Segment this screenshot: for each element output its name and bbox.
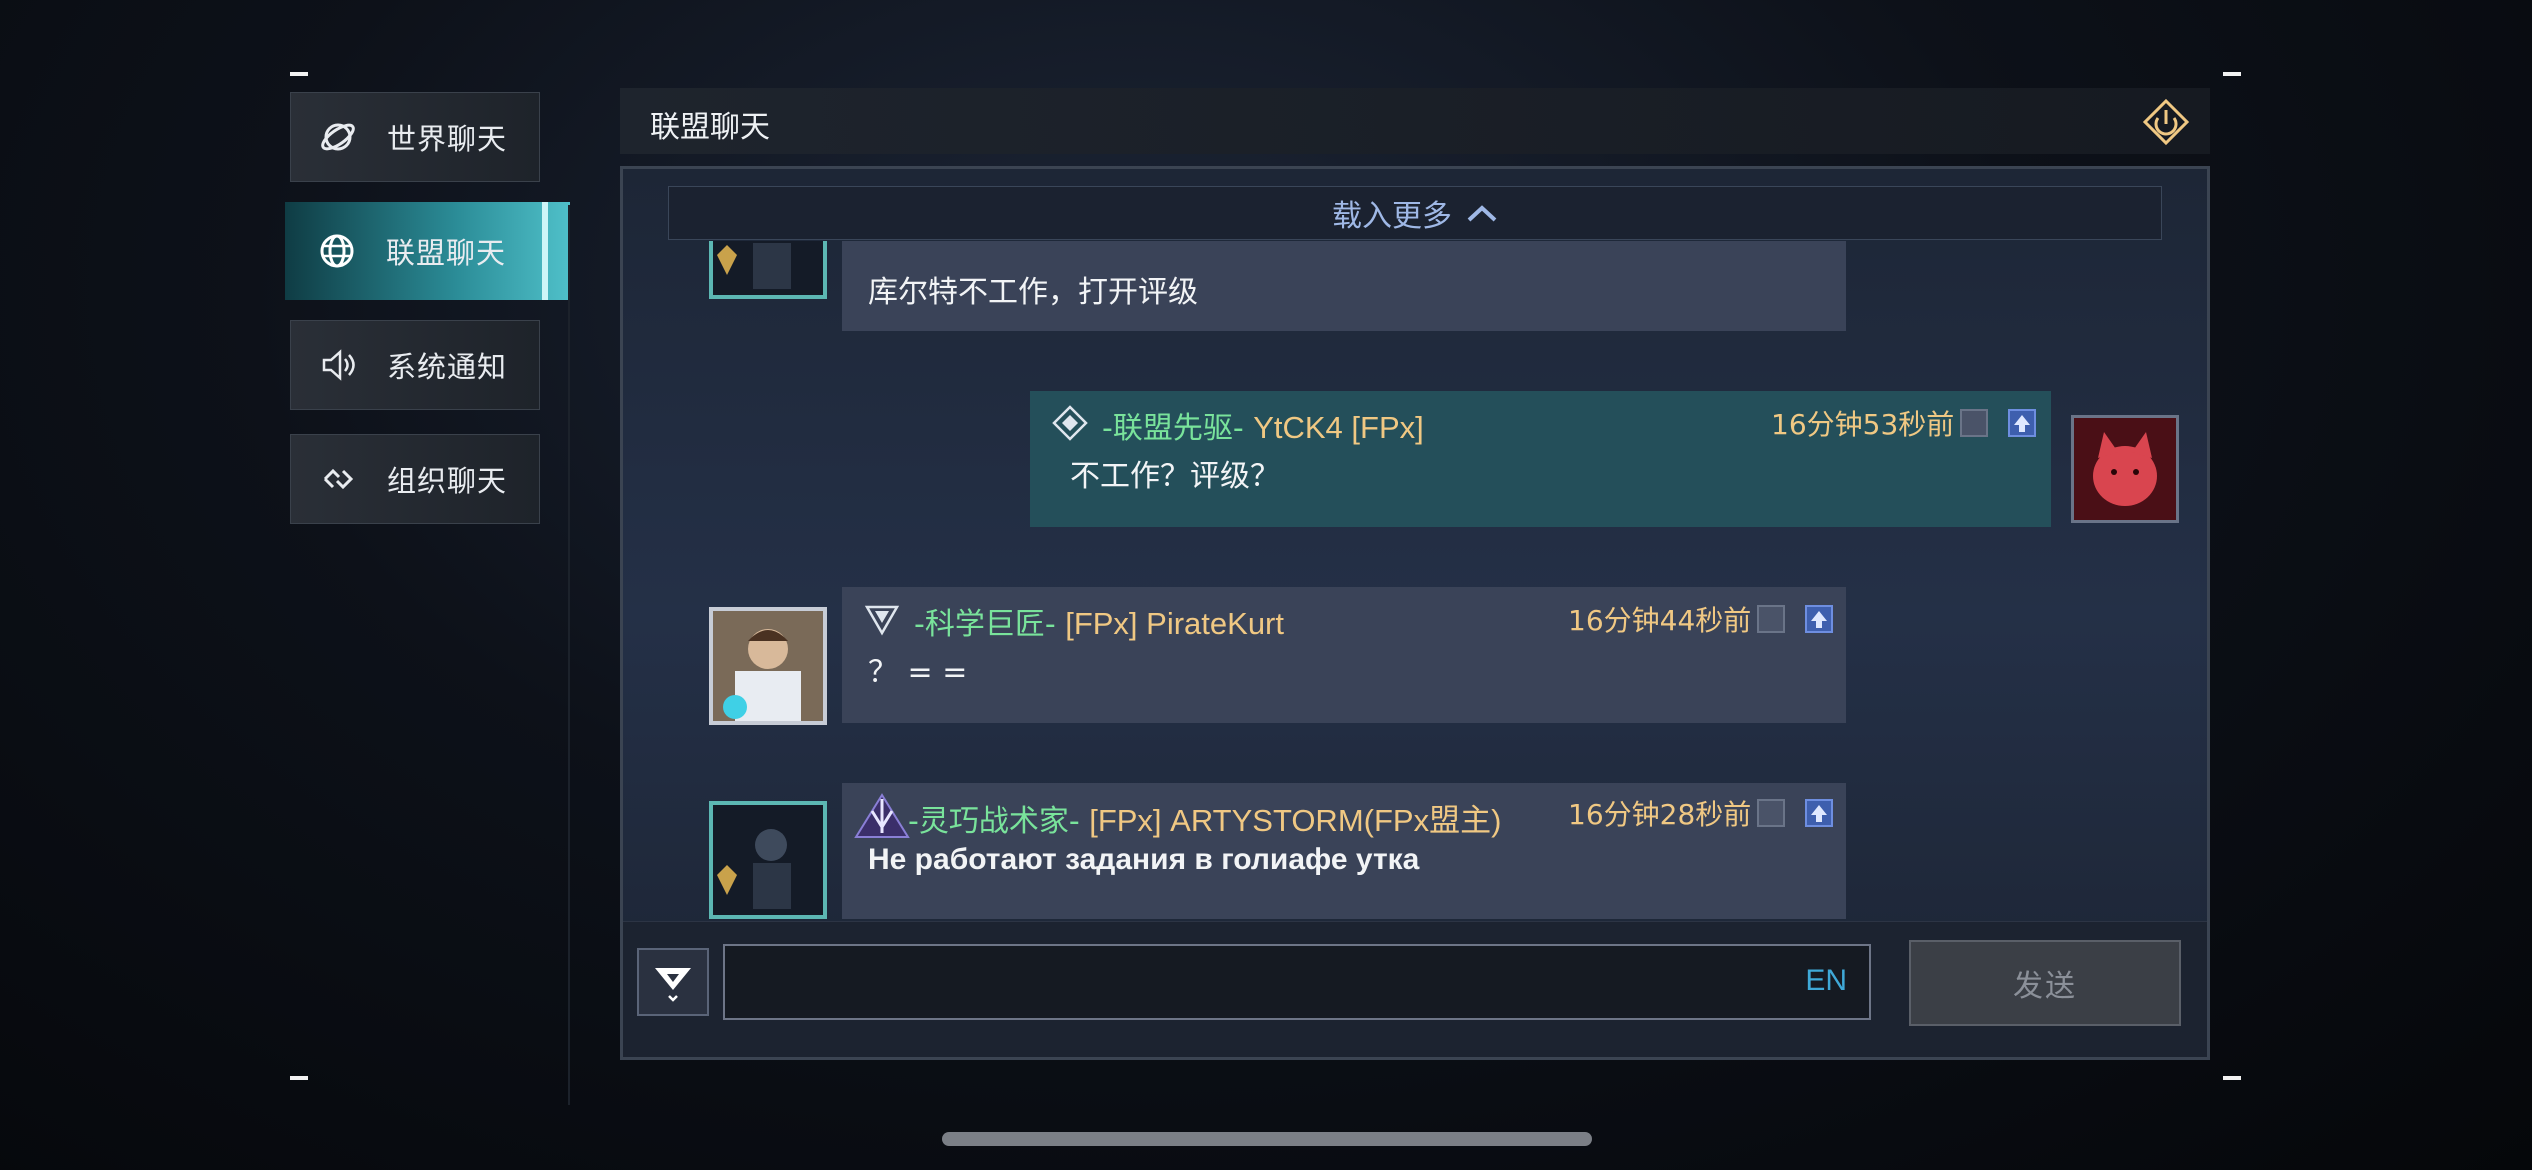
rank-crown-icon <box>852 787 912 843</box>
tab-alliance-chat[interactable]: 联盟聊天 <box>285 202 570 300</box>
sender-name: -灵巧战术家- [FPx] ARTYSTORM(FPx盟主) <box>908 795 1501 840</box>
upvote-icon[interactable] <box>1805 605 1833 633</box>
expand-down-icon <box>655 968 691 1002</box>
message-list[interactable]: 库尔特不工作，打开评级 -联盟先驱- YtCK4 [FPx] 16分钟53秒前 … <box>623 241 2207 979</box>
sender-name: -科学巨匠- [FPx] PirateKurt <box>914 599 1284 643</box>
globe-icon <box>318 232 356 270</box>
exit-icon[interactable] <box>2142 98 2190 146</box>
corner-mark <box>2223 1076 2241 1080</box>
language-toggle[interactable]: EN <box>1805 964 1847 998</box>
corner-mark <box>290 1076 308 1080</box>
rank-triangle-icon <box>864 601 900 637</box>
avatar[interactable] <box>709 241 827 299</box>
sender-name: -联盟先驱- YtCK4 [FPx] <box>1102 403 1424 447</box>
corner-mark <box>290 72 308 76</box>
list-item: 库尔特不工作，打开评级 <box>842 241 1846 331</box>
list-item: -联盟先驱- YtCK4 [FPx] 16分钟53秒前 不工作？评级？ <box>1030 391 2051 527</box>
message-text: 库尔特不工作，打开评级 <box>868 275 1198 310</box>
speaker-icon <box>319 346 357 384</box>
tab-label: 系统通知 <box>387 350 508 384</box>
chat-header: 联盟聊天 <box>620 88 2210 154</box>
send-button[interactable]: 发送 <box>1909 940 2181 1026</box>
sender-player: [FPx] ARTYSTORM(FPx盟主) <box>1089 803 1502 838</box>
sender-player: [FPx] PirateKurt <box>1065 606 1284 641</box>
page-title: 联盟聊天 <box>650 110 770 145</box>
translate-icon[interactable] <box>1757 605 1785 633</box>
avatar[interactable] <box>709 607 827 725</box>
sender-rank: -灵巧战术家- <box>908 804 1080 839</box>
sidebar-divider <box>568 205 570 1105</box>
tab-label: 世界聊天 <box>387 122 508 156</box>
message-time: 16分钟44秒前 <box>1568 604 1752 637</box>
tab-system-notice[interactable]: 系统通知 <box>290 320 540 410</box>
chevron-up-icon <box>1466 196 1498 231</box>
chat-panel: 载入更多 库尔特不工作，打开评级 -联盟先驱- YtCK4 [FPx] 16分钟… <box>620 166 2210 1060</box>
load-more-label: 载入更多 <box>1332 199 1452 234</box>
message-text: 不工作？评级？ <box>1070 459 1280 494</box>
list-item: -灵巧战术家- [FPx] ARTYSTORM(FPx盟主) 16分钟28秒前 … <box>842 783 1846 919</box>
tab-label: 组织聊天 <box>387 464 508 498</box>
rank-diamond-icon <box>1052 405 1088 441</box>
message-time: 16分钟53秒前 <box>1771 408 1955 441</box>
chat-input[interactable]: EN <box>723 944 1871 1020</box>
list-item: -科学巨匠- [FPx] PirateKurt 16分钟44秒前 ？ = = <box>842 587 1846 723</box>
sender-rank: -联盟先驱- <box>1102 411 1244 446</box>
translate-icon[interactable] <box>1960 409 1988 437</box>
upvote-icon[interactable] <box>1805 799 1833 827</box>
corner-mark <box>2223 72 2241 76</box>
avatar[interactable] <box>709 801 827 919</box>
emoji-button[interactable] <box>637 948 709 1016</box>
upvote-icon[interactable] <box>2008 409 2036 437</box>
translate-icon[interactable] <box>1757 799 1785 827</box>
active-indicator <box>542 202 548 300</box>
tab-org-chat[interactable]: 组织聊天 <box>290 434 540 524</box>
load-more-button[interactable]: 载入更多 <box>668 186 2162 240</box>
link-icon <box>319 460 357 498</box>
tab-world-chat[interactable]: 世界聊天 <box>290 92 540 182</box>
tab-label: 联盟聊天 <box>386 236 507 270</box>
sender-rank: -科学巨匠- <box>914 607 1056 642</box>
input-bar: EN 发送 <box>623 921 2207 1057</box>
message-text: Не работают задания в голиафе утка <box>868 843 1420 876</box>
planet-icon <box>319 118 357 156</box>
message-text: ？ = = <box>868 655 968 690</box>
message-time: 16分钟28秒前 <box>1568 798 1752 831</box>
sender-player: YtCK4 [FPx] <box>1253 410 1424 445</box>
home-indicator[interactable] <box>942 1132 1592 1146</box>
avatar[interactable] <box>2071 415 2179 523</box>
